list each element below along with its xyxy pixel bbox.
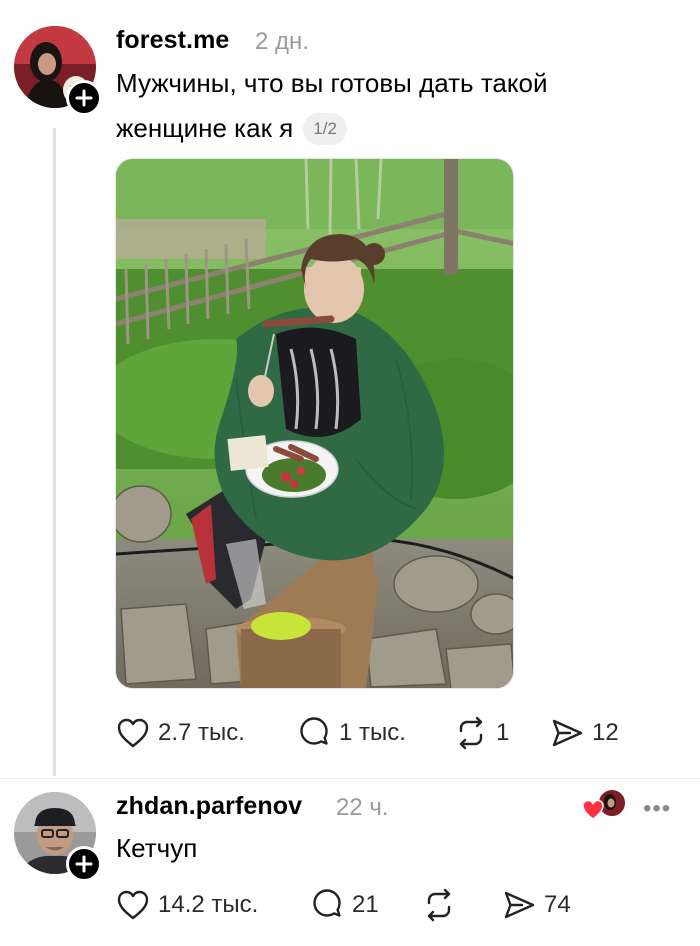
post-time: 2 дн.	[255, 28, 309, 55]
share-count: 12	[592, 719, 619, 746]
repost-arrows-icon	[459, 716, 483, 750]
post-text: Мужчины, что вы готовы дать такой женщин…	[116, 61, 548, 151]
reply-reply-button[interactable]: 21	[310, 888, 422, 922]
reply-text: Кетчуп	[116, 833, 198, 863]
post-text-line-2-text: женщине как я	[116, 113, 294, 143]
heart-icon	[117, 890, 149, 920]
share-button[interactable]: 12	[550, 717, 619, 749]
author-username[interactable]: forest.me	[116, 26, 229, 55]
liked-by-author-indicator	[581, 788, 629, 822]
plus-icon	[75, 855, 93, 873]
repost-count: 1	[496, 719, 510, 746]
paper-plane-icon	[552, 719, 583, 747]
media-page-indicator: 1/2	[303, 113, 347, 145]
follow-button[interactable]	[66, 80, 102, 116]
reply-like-button[interactable]: 14.2 тыс.	[116, 889, 310, 921]
reply-follow-button[interactable]	[66, 846, 102, 882]
reply-count: 1 тыс.	[339, 719, 406, 746]
reply-actions-bar: 14.2 тыс. 21 74	[116, 888, 571, 922]
red-heart-icon	[582, 799, 604, 820]
post-text-line-1: Мужчины, что вы готовы дать такой	[116, 68, 548, 98]
reply-share-button[interactable]: 74	[502, 889, 571, 921]
more-options-button[interactable]: •••	[643, 795, 671, 823]
reply-repost-button[interactable]	[422, 888, 502, 922]
repost-button[interactable]: 1	[454, 716, 550, 750]
post-actions-bar: 2.7 тыс. 1 тыс. 1 12	[116, 716, 619, 750]
reply-time: 22 ч.	[336, 794, 389, 821]
paper-plane-icon	[504, 891, 535, 919]
speech-bubble-icon	[313, 889, 341, 917]
like-count: 2.7 тыс.	[158, 719, 245, 746]
post-photo[interactable]	[115, 158, 514, 689]
repost-arrows-icon	[427, 888, 451, 922]
post-text-line-2: женщине как я 1/2	[116, 106, 548, 151]
plus-icon	[75, 89, 93, 107]
thread-connector-line	[53, 128, 56, 776]
speech-bubble-icon	[300, 717, 328, 745]
post-divider	[0, 778, 700, 779]
reply-share-count: 74	[544, 891, 571, 918]
post-photo-image	[116, 159, 513, 688]
reply-like-count: 14.2 тыс.	[158, 891, 259, 918]
reply-author-username[interactable]: zhdan.parfenov	[116, 792, 302, 821]
heart-icon	[117, 718, 149, 748]
reply-button[interactable]: 1 тыс.	[297, 716, 454, 750]
reply-reply-count: 21	[352, 891, 379, 918]
like-button[interactable]: 2.7 тыс.	[116, 717, 297, 749]
